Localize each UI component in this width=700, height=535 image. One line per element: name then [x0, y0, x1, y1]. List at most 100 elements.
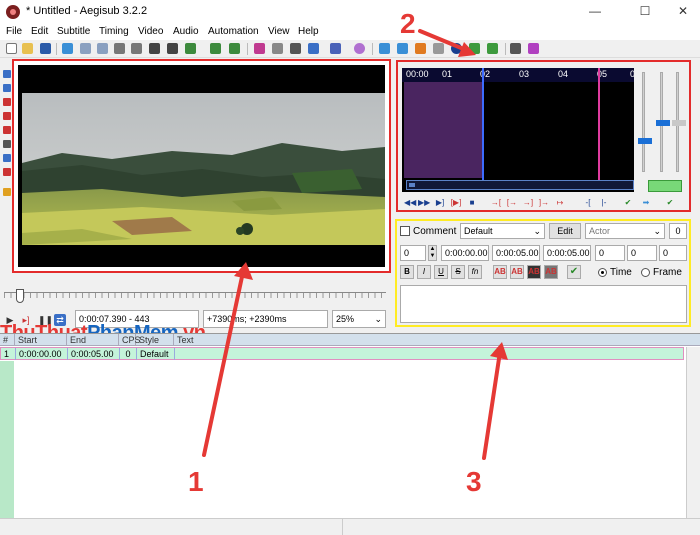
link-zoom-toggle[interactable]	[648, 180, 682, 192]
style-select[interactable]: Default ⌄	[460, 223, 545, 239]
margin-left-field[interactable]: 0	[595, 245, 625, 261]
standard-tool-icon[interactable]	[3, 70, 11, 78]
menu-video[interactable]: Video	[138, 26, 163, 37]
column-header-text[interactable]: Text	[174, 334, 684, 346]
next-line-icon[interactable]: ▶▶	[418, 197, 430, 209]
strikeout-button[interactable]: S	[451, 265, 465, 279]
edit-style-button[interactable]: Edit	[549, 223, 581, 239]
resample-icon[interactable]	[308, 43, 319, 54]
selection-start-marker[interactable]	[482, 68, 484, 180]
go-to-end-icon[interactable]: |-	[598, 197, 610, 209]
margin-right-field[interactable]: 0	[627, 245, 657, 261]
play-selection-icon[interactable]: ▶]	[434, 197, 446, 209]
video-display[interactable]	[18, 65, 385, 267]
start-time-field[interactable]: 0:00:00.00	[441, 245, 489, 261]
play-to-end-icon[interactable]: ↦	[554, 197, 566, 209]
column-header-number[interactable]: #	[0, 334, 15, 346]
column-header-end[interactable]: End	[67, 334, 119, 346]
audio-waveform[interactable]: 00:00 01 02 03 04 05 06	[402, 68, 634, 192]
menu-file[interactable]: File	[6, 26, 22, 37]
commit-audio-icon[interactable]: ✔	[622, 197, 634, 209]
layer-field[interactable]: 0	[400, 245, 426, 261]
timing-post-processor-icon[interactable]	[330, 43, 341, 54]
font-button[interactable]: fn	[468, 265, 482, 279]
fonts-collector-icon[interactable]	[290, 43, 301, 54]
audio-selection[interactable]	[404, 82, 482, 178]
zoom-in-icon[interactable]	[80, 43, 91, 54]
menu-edit[interactable]: Edit	[31, 26, 48, 37]
column-header-cps[interactable]: CPS	[119, 334, 141, 346]
maximize-button[interactable]: ☐	[630, 2, 660, 20]
video-open-icon[interactable]	[62, 43, 73, 54]
underline-button[interactable]: U	[434, 265, 448, 279]
volume-thumb[interactable]	[672, 120, 686, 126]
minimize-button[interactable]: —	[580, 2, 610, 20]
scale-tool-icon[interactable]	[3, 126, 11, 134]
video-details-icon[interactable]	[210, 43, 221, 54]
video-seek-bar[interactable]	[4, 289, 386, 304]
time-radio[interactable]	[598, 268, 607, 277]
audio-scrollbar[interactable]	[406, 180, 634, 190]
grid-scrollbar[interactable]	[686, 347, 700, 519]
horizontal-zoom-thumb[interactable]	[656, 120, 670, 126]
drag-tool-icon[interactable]	[3, 84, 11, 92]
menu-automation[interactable]: Automation	[208, 26, 259, 37]
menu-audio[interactable]: Audio	[173, 26, 199, 37]
column-header-start[interactable]: Start	[15, 334, 67, 346]
column-header-style[interactable]: Style	[136, 334, 174, 346]
vertical-zoom-slider[interactable]	[642, 72, 645, 172]
subtitle-text-input[interactable]	[400, 285, 687, 323]
stop-icon[interactable]	[433, 43, 444, 54]
close-button[interactable]: ✕	[668, 2, 698, 20]
menu-subtitle[interactable]: Subtitle	[57, 26, 90, 37]
bold-button[interactable]: B	[400, 265, 414, 279]
zoom-select[interactable]: 25% ⌄	[332, 310, 386, 328]
play-before-end-icon[interactable]: →]	[522, 197, 534, 209]
shift-times-icon[interactable]	[379, 43, 390, 54]
go-to-selection-icon[interactable]: -[	[582, 197, 594, 209]
find-icon[interactable]	[114, 43, 125, 54]
commit-button[interactable]: ✔	[567, 265, 581, 279]
translation-assistant-icon[interactable]	[487, 43, 498, 54]
seek-thumb[interactable]	[16, 289, 24, 303]
comment-checkbox[interactable]	[400, 226, 410, 236]
options-icon[interactable]	[510, 43, 521, 54]
auto-commit-icon[interactable]: ✔	[664, 197, 676, 209]
menu-view[interactable]: View	[268, 26, 290, 37]
actor-select[interactable]: Actor ⌄	[585, 223, 665, 239]
vertical-zoom-thumb[interactable]	[638, 138, 652, 144]
kanji-timer-icon[interactable]	[354, 43, 365, 54]
styles-manager-icon[interactable]	[254, 43, 265, 54]
duration-field[interactable]: 0:00:05.00	[543, 245, 591, 261]
frame-radio[interactable]	[641, 268, 650, 277]
selection-end-marker[interactable]	[598, 68, 600, 180]
copy-icon[interactable]	[167, 43, 178, 54]
play-current-line-icon[interactable]: [▶]	[450, 197, 462, 209]
layer-spinner[interactable]: ▲ ▼	[428, 245, 437, 261]
cut-icon[interactable]	[149, 43, 160, 54]
vector-clip-tool-icon[interactable]	[3, 154, 11, 162]
primary-color-button[interactable]: AB	[493, 265, 507, 279]
clip-tool-icon[interactable]	[3, 140, 11, 148]
attachments-icon[interactable]	[272, 43, 283, 54]
secondary-color-button[interactable]: AB	[510, 265, 524, 279]
italic-button[interactable]: I	[417, 265, 431, 279]
prev-line-icon[interactable]: ◀◀	[404, 197, 416, 209]
snap-start-icon[interactable]	[397, 43, 408, 54]
play-after-start-icon[interactable]: [→	[506, 197, 518, 209]
help-tool-icon[interactable]	[3, 188, 11, 196]
end-time-field[interactable]: 0:00:05.00	[492, 245, 540, 261]
stop-audio-icon[interactable]: ■	[466, 197, 478, 209]
paste-icon[interactable]	[185, 43, 196, 54]
save-icon[interactable]	[40, 43, 51, 54]
vector-tool-icon[interactable]	[3, 168, 11, 176]
zoom-out-icon[interactable]	[97, 43, 108, 54]
rotate-z-tool-icon[interactable]	[3, 98, 11, 106]
shadow-color-button[interactable]: AB	[544, 265, 558, 279]
play-before-icon[interactable]: →[	[490, 197, 502, 209]
automation-icon[interactable]	[469, 43, 480, 54]
snap-end-icon[interactable]	[415, 43, 426, 54]
play-after-icon[interactable]: ]→	[538, 197, 550, 209]
menu-help[interactable]: Help	[298, 26, 319, 37]
table-row[interactable]: 1 0:00:00.00 0:00:05.00 0 Default	[0, 347, 684, 360]
